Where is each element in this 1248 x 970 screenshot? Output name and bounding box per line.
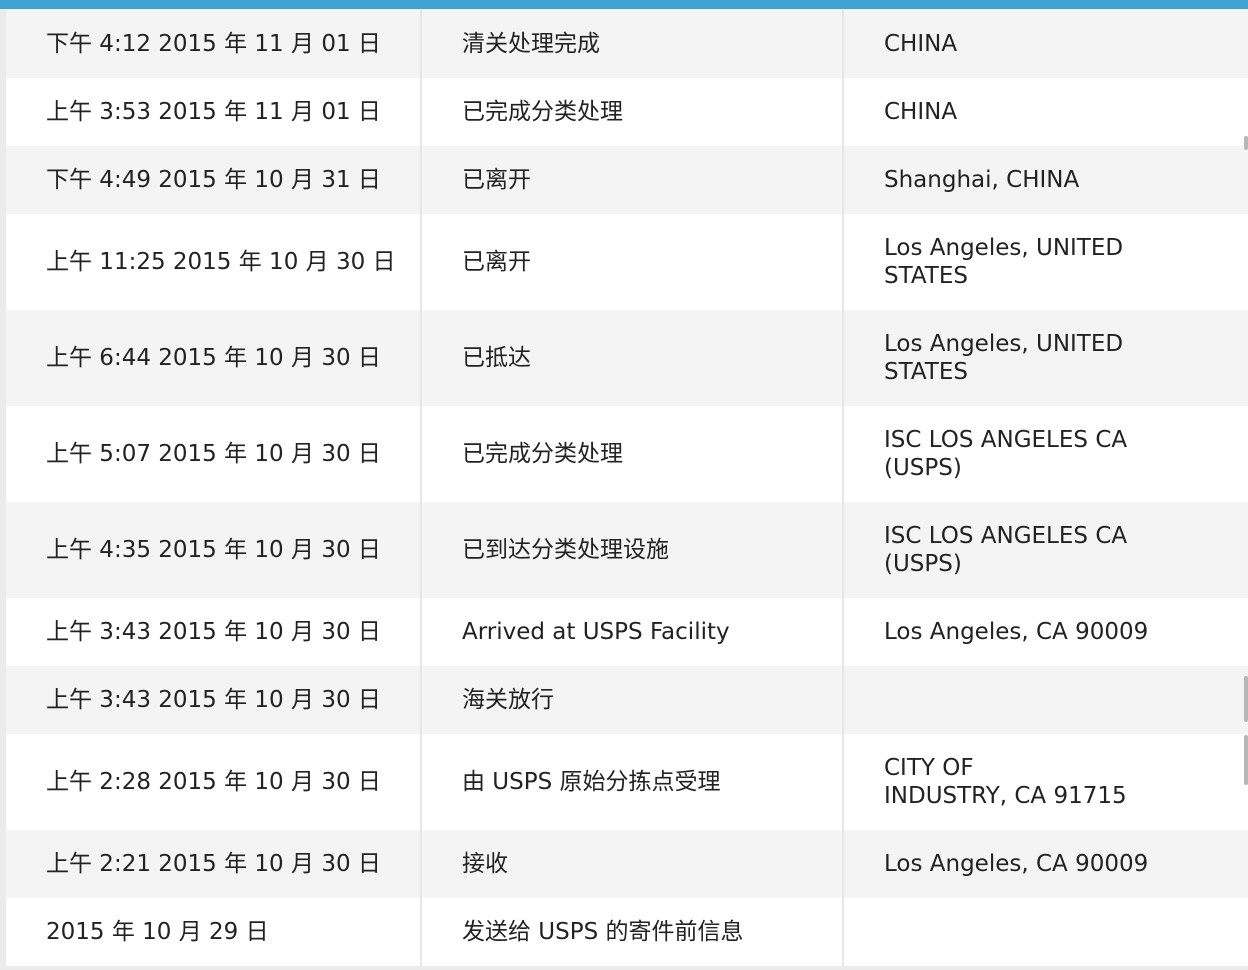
status-cell: 海关放行	[421, 666, 844, 734]
status-cell: 已离开	[421, 146, 844, 214]
location-cell: Los Angeles, CA 90009	[843, 598, 1248, 666]
table-row: 上午 5:07 2015 年 10 月 30 日 已完成分类处理 ISC LOS…	[6, 406, 1248, 502]
status-cell: 已离开	[421, 214, 844, 310]
table-row: 上午 3:43 2015 年 10 月 30 日 海关放行	[6, 666, 1248, 734]
location-cell: ISC LOS ANGELES CA (USPS)	[843, 406, 1248, 502]
tracking-history-page: 下午 4:12 2015 年 11 月 01 日 清关处理完成 CHINA 上午…	[0, 0, 1248, 970]
date-cell: 上午 4:35 2015 年 10 月 30 日	[6, 502, 422, 598]
table-row: 上午 4:35 2015 年 10 月 30 日 已到达分类处理设施 ISC L…	[6, 502, 1248, 598]
date-cell: 上午 3:43 2015 年 10 月 30 日	[6, 666, 422, 734]
table-row: 下午 4:49 2015 年 10 月 31 日 已离开 Shanghai, C…	[6, 146, 1248, 214]
date-cell: 上午 11:25 2015 年 10 月 30 日	[6, 214, 422, 310]
location-cell: Shanghai, CHINA	[843, 146, 1248, 214]
status-cell: 接收	[421, 830, 844, 898]
location-cell: CHINA	[843, 10, 1248, 78]
location-cell: Los Angeles, CA 90009	[843, 830, 1248, 898]
side-scroll-marker-middle	[1244, 676, 1248, 722]
status-cell: Arrived at USPS Facility	[421, 598, 844, 666]
date-cell: 上午 2:28 2015 年 10 月 30 日	[6, 734, 422, 830]
location-cell: CITY OF INDUSTRY, CA 91715	[843, 734, 1248, 830]
table-row: 上午 3:43 2015 年 10 月 30 日 Arrived at USPS…	[6, 598, 1248, 666]
tracking-history-table: 下午 4:12 2015 年 11 月 01 日 清关处理完成 CHINA 上午…	[6, 10, 1248, 966]
side-scroll-marker-top	[1244, 136, 1248, 150]
table-row: 上午 11:25 2015 年 10 月 30 日 已离开 Los Angele…	[6, 214, 1248, 310]
table-row: 下午 4:12 2015 年 11 月 01 日 清关处理完成 CHINA	[6, 10, 1248, 78]
date-cell: 上午 5:07 2015 年 10 月 30 日	[6, 406, 422, 502]
status-cell: 已完成分类处理	[421, 406, 844, 502]
status-cell: 清关处理完成	[421, 10, 844, 78]
location-cell: CHINA	[843, 78, 1248, 146]
status-cell: 发送给 USPS 的寄件前信息	[421, 898, 844, 966]
table-row: 上午 2:21 2015 年 10 月 30 日 接收 Los Angeles,…	[6, 830, 1248, 898]
location-cell: ISC LOS ANGELES CA (USPS)	[843, 502, 1248, 598]
status-cell: 已到达分类处理设施	[421, 502, 844, 598]
location-cell	[843, 666, 1248, 734]
table-row: 上午 2:28 2015 年 10 月 30 日 由 USPS 原始分拣点受理 …	[6, 734, 1248, 830]
table-row: 上午 3:53 2015 年 11 月 01 日 已完成分类处理 CHINA	[6, 78, 1248, 146]
date-cell: 上午 2:21 2015 年 10 月 30 日	[6, 830, 422, 898]
date-cell: 上午 3:43 2015 年 10 月 30 日	[6, 598, 422, 666]
location-cell	[843, 898, 1248, 966]
status-cell: 已抵达	[421, 310, 844, 406]
date-cell: 上午 6:44 2015 年 10 月 30 日	[6, 310, 422, 406]
location-cell: Los Angeles, UNITED STATES	[843, 214, 1248, 310]
date-cell: 下午 4:12 2015 年 11 月 01 日	[6, 10, 422, 78]
date-cell: 2015 年 10 月 29 日	[6, 898, 422, 966]
date-cell: 上午 3:53 2015 年 11 月 01 日	[6, 78, 422, 146]
table-row: 上午 6:44 2015 年 10 月 30 日 已抵达 Los Angeles…	[6, 310, 1248, 406]
table-row: 2015 年 10 月 29 日 发送给 USPS 的寄件前信息	[6, 898, 1248, 966]
date-cell: 下午 4:49 2015 年 10 月 31 日	[6, 146, 422, 214]
status-cell: 已完成分类处理	[421, 78, 844, 146]
side-scroll-marker-bottom	[1244, 735, 1248, 785]
status-cell: 由 USPS 原始分拣点受理	[421, 734, 844, 830]
header-accent-bar	[0, 0, 1248, 9]
location-cell: Los Angeles, UNITED STATES	[843, 310, 1248, 406]
